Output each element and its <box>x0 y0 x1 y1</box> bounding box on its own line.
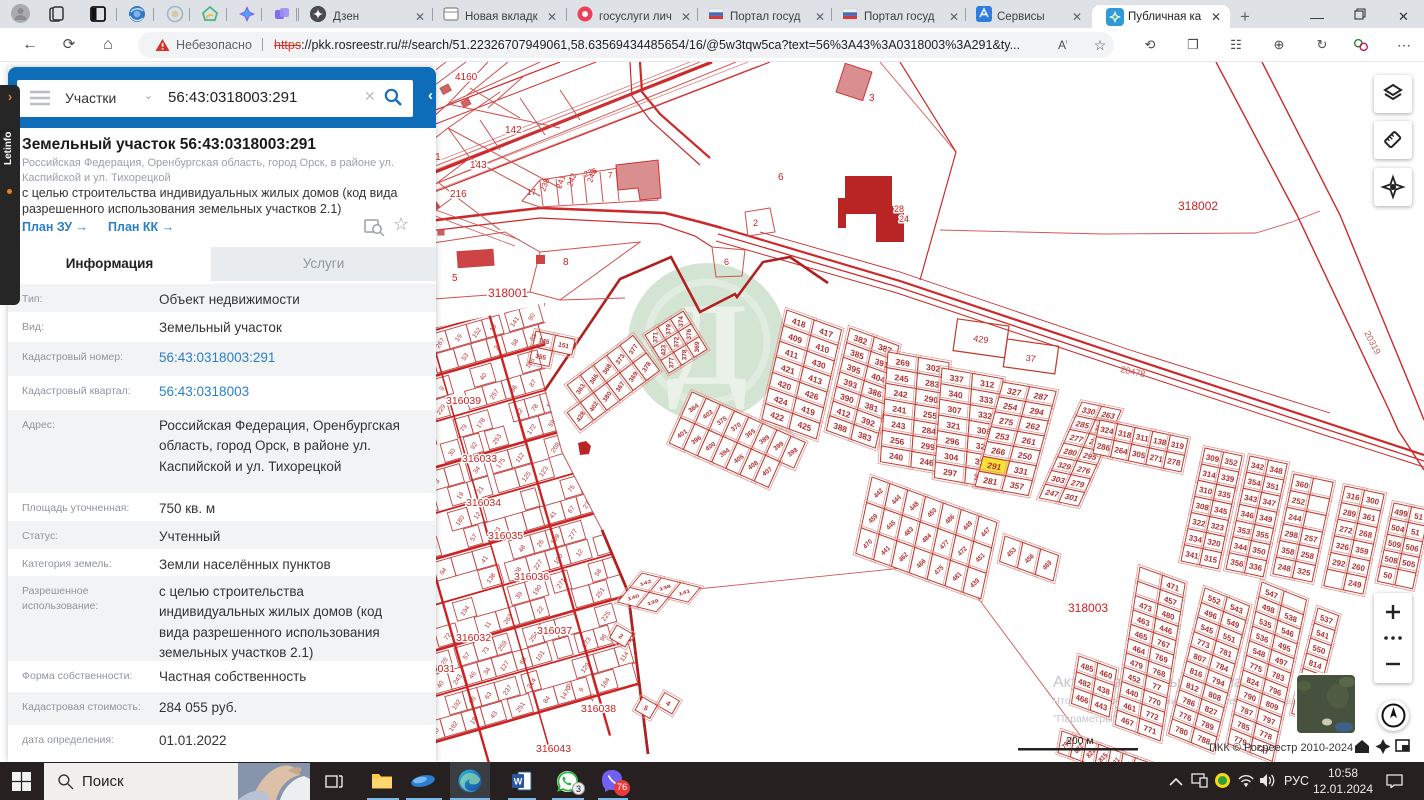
svg-text:28: 28 <box>894 204 904 214</box>
svg-text:316035: 316035 <box>488 530 523 542</box>
svg-text:316032: 316032 <box>456 632 491 644</box>
svg-text:17: 17 <box>527 188 536 197</box>
svg-text:6: 6 <box>778 172 784 183</box>
svg-text:37: 37 <box>1025 353 1036 364</box>
svg-text:316039: 316039 <box>446 395 481 407</box>
svg-text:318002: 318002 <box>1178 199 1218 213</box>
svg-text:7: 7 <box>608 171 613 180</box>
svg-text:4160: 4160 <box>455 72 478 83</box>
svg-text:24: 24 <box>899 214 909 224</box>
svg-text:ПКК © Росреестр 2010-2024: ПКК © Росреестр 2010-2024 <box>1209 742 1353 754</box>
svg-text:216: 216 <box>450 189 467 200</box>
svg-text:316043: 316043 <box>536 743 571 755</box>
svg-text:8: 8 <box>563 257 569 268</box>
svg-text:142: 142 <box>505 125 522 136</box>
svg-text:200 м: 200 м <box>1066 735 1094 747</box>
svg-text:316034: 316034 <box>466 497 501 509</box>
svg-text:429: 429 <box>973 333 989 345</box>
svg-text:5: 5 <box>452 273 458 284</box>
svg-text:318003: 318003 <box>1068 601 1108 615</box>
svg-text:316037: 316037 <box>537 625 572 637</box>
svg-text:143: 143 <box>470 160 487 171</box>
svg-text:316036: 316036 <box>514 571 549 583</box>
svg-text:W: W <box>514 777 523 787</box>
svg-text:6: 6 <box>566 683 571 692</box>
svg-text:369: 369 <box>694 341 701 352</box>
svg-text:316033: 316033 <box>462 453 497 465</box>
svg-text:3: 3 <box>869 93 875 104</box>
svg-text:2: 2 <box>753 218 758 228</box>
svg-text:316038: 316038 <box>581 703 616 715</box>
svg-text:6: 6 <box>724 257 729 267</box>
svg-text:318001: 318001 <box>488 286 528 300</box>
